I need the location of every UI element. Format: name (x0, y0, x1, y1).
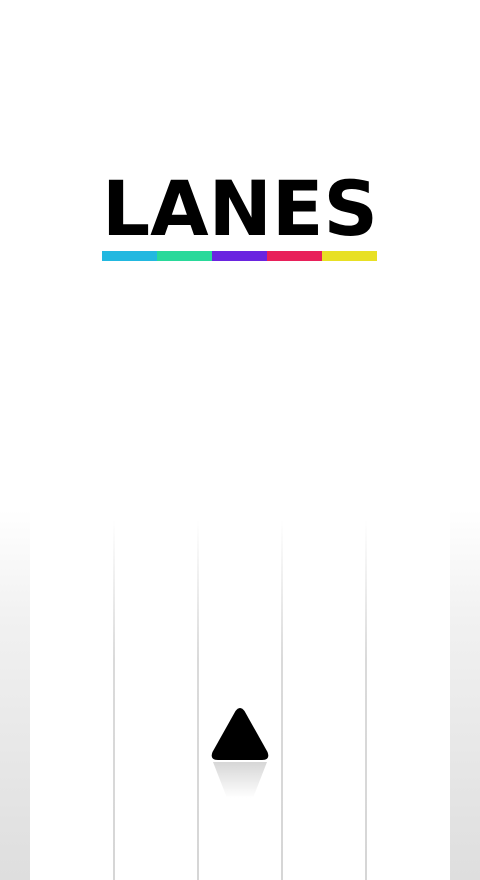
lane-divider (365, 520, 367, 880)
lane-divider (113, 520, 115, 880)
player-shadow (213, 762, 267, 798)
game-screen[interactable]: LANES (0, 0, 480, 880)
lane-divider (281, 520, 283, 880)
player-triangle (211, 708, 269, 760)
left-track-edge (0, 0, 30, 880)
right-track-edge (450, 0, 480, 880)
triangle-icon[interactable] (209, 706, 271, 800)
lane-divider (197, 520, 199, 880)
